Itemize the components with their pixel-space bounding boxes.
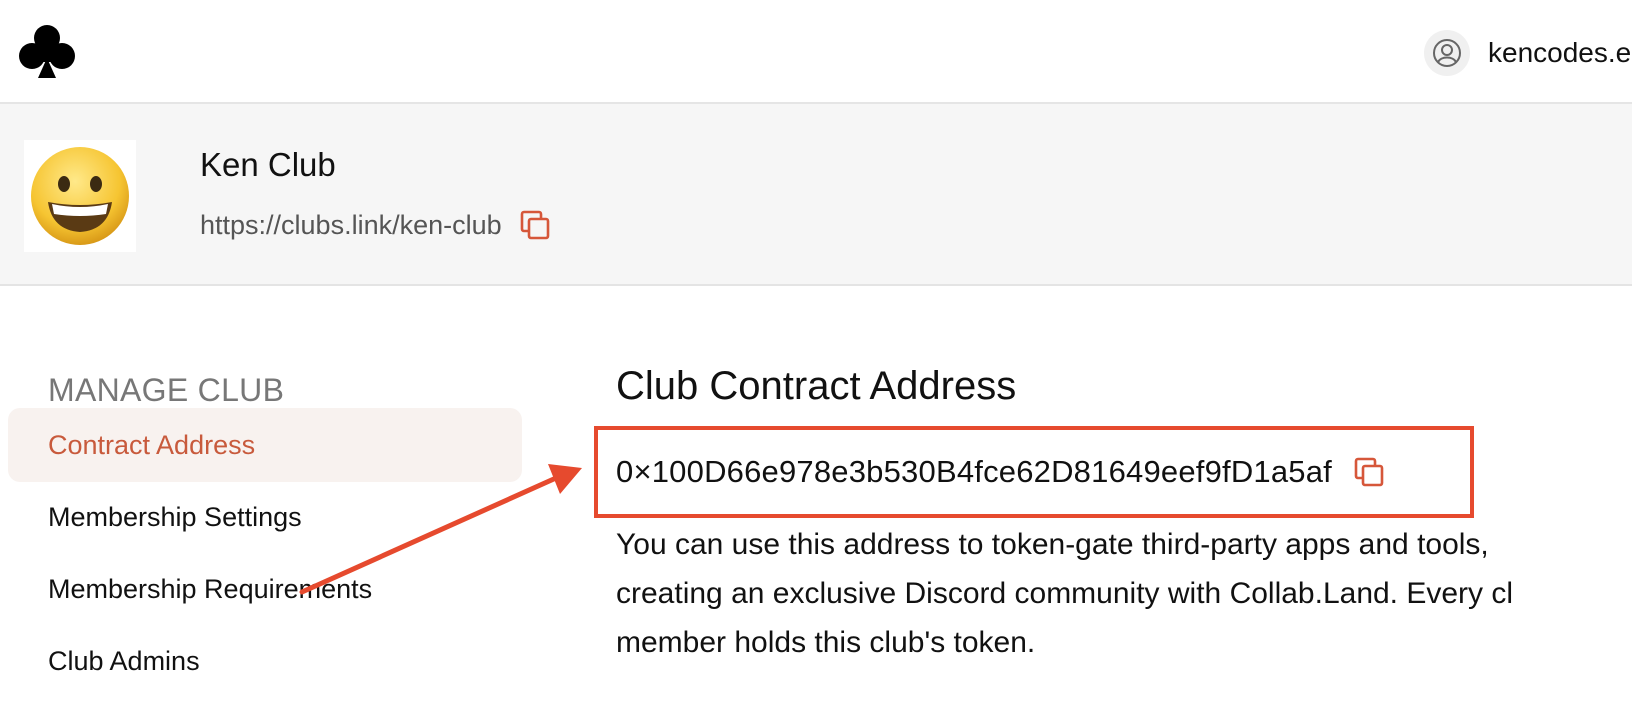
top-navigation-bar: kencodes.e (0, 0, 1632, 104)
page-title: Club Contract Address (616, 364, 1017, 408)
sidebar-item-contract-address[interactable]: Contract Address (8, 408, 522, 482)
copy-icon[interactable] (518, 208, 552, 242)
club-header: Ken Club https://clubs.link/ken-club (0, 104, 1632, 286)
club-link-row: https://clubs.link/ken-club (200, 208, 552, 242)
club-name: Ken Club (200, 146, 336, 183)
description-line: creating an exclusive Discord community … (616, 577, 1514, 610)
copy-icon[interactable] (1352, 455, 1386, 489)
sidebar-item-club-admins[interactable]: Club Admins (8, 624, 522, 698)
sidebar-heading: MANAGE CLUB (48, 372, 285, 408)
club-link[interactable]: https://clubs.link/ken-club (200, 210, 502, 241)
club-avatar-emoji (24, 140, 136, 252)
account-name: kencodes.e (1488, 37, 1632, 68)
contract-address-row: 0×100D66e978e3b530B4fce62D81649eef9fD1a5… (616, 454, 1386, 490)
account-menu[interactable]: kencodes.e (1424, 30, 1631, 76)
club-suit-icon[interactable] (18, 22, 76, 82)
sidebar-item-membership-settings[interactable]: Membership Settings (8, 480, 522, 554)
contract-address-description: You can use this address to token-gate t… (616, 520, 1632, 667)
sidebar-item-membership-requirements[interactable]: Membership Requirements (8, 552, 522, 626)
user-circle-icon (1424, 30, 1470, 76)
description-line: member holds this club's token. (616, 626, 1036, 659)
description-line: You can use this address to token-gate t… (616, 528, 1489, 561)
contract-address[interactable]: 0×100D66e978e3b530B4fce62D81649eef9fD1a5… (616, 454, 1332, 490)
